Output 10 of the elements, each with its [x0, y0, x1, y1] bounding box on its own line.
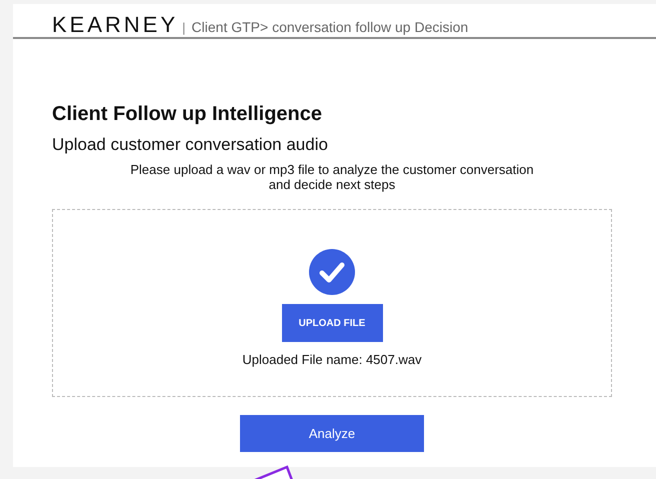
logo: KEARNEY	[52, 12, 178, 38]
upload-button[interactable]: UPLOAD FILE	[282, 304, 382, 342]
breadcrumb: Client GTP> conversation follow up Decision	[192, 19, 468, 35]
analyze-button[interactable]: Analyze	[240, 415, 424, 452]
file-name-label: Uploaded File name: 4507.wav	[242, 352, 422, 367]
section-title: Upload customer conversation audio	[52, 135, 329, 155]
page-title: Client Follow up Intelligence	[52, 103, 324, 126]
separator: |	[182, 20, 186, 35]
instruction-text: Please upload a wav or mp3 file to analyze the customer conversation and decide next steps	[129, 162, 535, 192]
upload-area[interactable]: UPLOAD FILE Uploaded File name: 4507.wav	[52, 209, 612, 397]
